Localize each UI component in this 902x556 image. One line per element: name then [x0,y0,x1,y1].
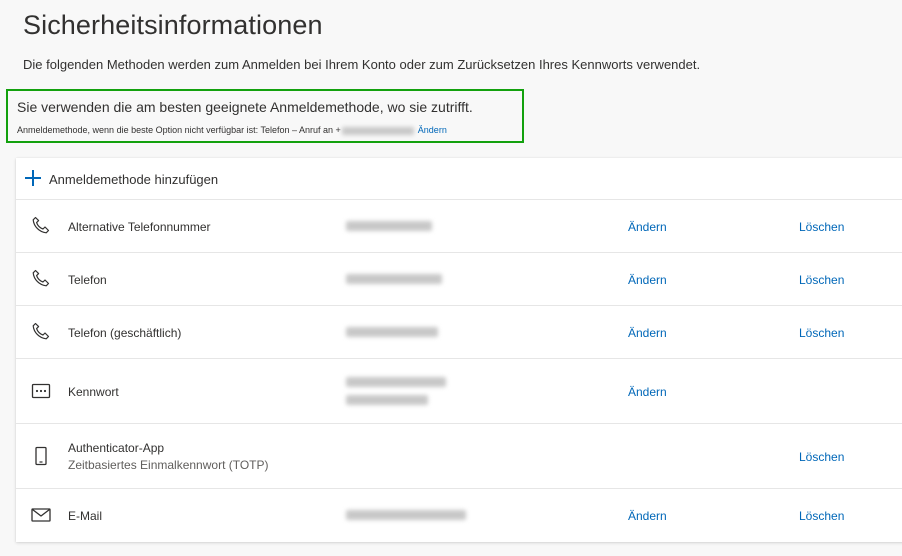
default-method-notice: Sie verwenden die am besten geeignete An… [6,89,524,143]
redacted-value [346,221,432,231]
redacted-value [346,377,446,387]
method-name: Alternative Telefonnummer [68,220,211,234]
method-name: Telefon (geschäftlich) [68,326,182,340]
method-subtitle: Zeitbasiertes Einmalkennwort (TOTP) [68,458,269,472]
change-phone-link[interactable]: Ändern [628,273,667,287]
change-password-link[interactable]: Ändern [628,385,667,399]
page-title: Sicherheitsinformationen [23,10,323,40]
method-row-authenticator-app: Authenticator-App Zeitbasiertes Einmalke… [16,424,902,489]
method-name: E-Mail [68,509,103,523]
phone-icon [30,215,52,237]
change-email-link[interactable]: Ändern [628,509,667,523]
delete-business-phone-link[interactable]: Löschen [799,326,844,340]
page-subtitle: Die folgenden Methoden werden zum Anmeld… [23,57,701,72]
change-business-phone-link[interactable]: Ändern [628,326,667,340]
authenticator-app-icon [30,445,52,467]
method-row-business-phone: Telefon (geschäftlich) Ändern Löschen [16,306,902,359]
plus-icon [25,170,41,186]
default-method-detail: Anmeldemethode, wenn die beste Option ni… [17,125,447,135]
default-method-headline: Sie verwenden die am besten geeignete An… [17,99,473,115]
method-row-phone: Telefon Ändern Löschen [16,253,902,306]
method-name: Kennwort [68,385,119,399]
method-name: Telefon [68,273,107,287]
add-method-label: Anmeldemethode hinzufügen [49,172,219,187]
security-info-page: Sicherheitsinformationen Die folgenden M… [0,0,902,556]
method-row-password: Kennwort Ändern [16,359,902,424]
password-icon [30,380,52,402]
delete-phone-link[interactable]: Löschen [799,273,844,287]
default-method-detail-text: Anmeldemethode, wenn die beste Option ni… [17,125,341,135]
redacted-value [346,395,428,405]
method-row-email: E-Mail Ändern Löschen [16,489,902,542]
method-row-alternate-phone: Alternative Telefonnummer Ändern Löschen [16,200,902,253]
delete-alternate-phone-link[interactable]: Löschen [799,220,844,234]
redacted-phone-number [341,126,414,135]
delete-authenticator-app-link[interactable]: Löschen [799,450,844,464]
change-alternate-phone-link[interactable]: Ändern [628,220,667,234]
redacted-value [346,510,466,520]
change-default-method-link[interactable]: Ändern [418,125,447,135]
phone-icon [30,268,52,290]
methods-card: Anmeldemethode hinzufügen Alternative Te… [16,158,902,542]
add-method-button[interactable]: Anmeldemethode hinzufügen [16,158,902,200]
redacted-value [346,274,442,284]
mail-icon [30,504,52,526]
redacted-value [346,327,438,337]
phone-icon [30,321,52,343]
method-name: Authenticator-App [68,441,165,455]
delete-email-link[interactable]: Löschen [799,509,844,523]
